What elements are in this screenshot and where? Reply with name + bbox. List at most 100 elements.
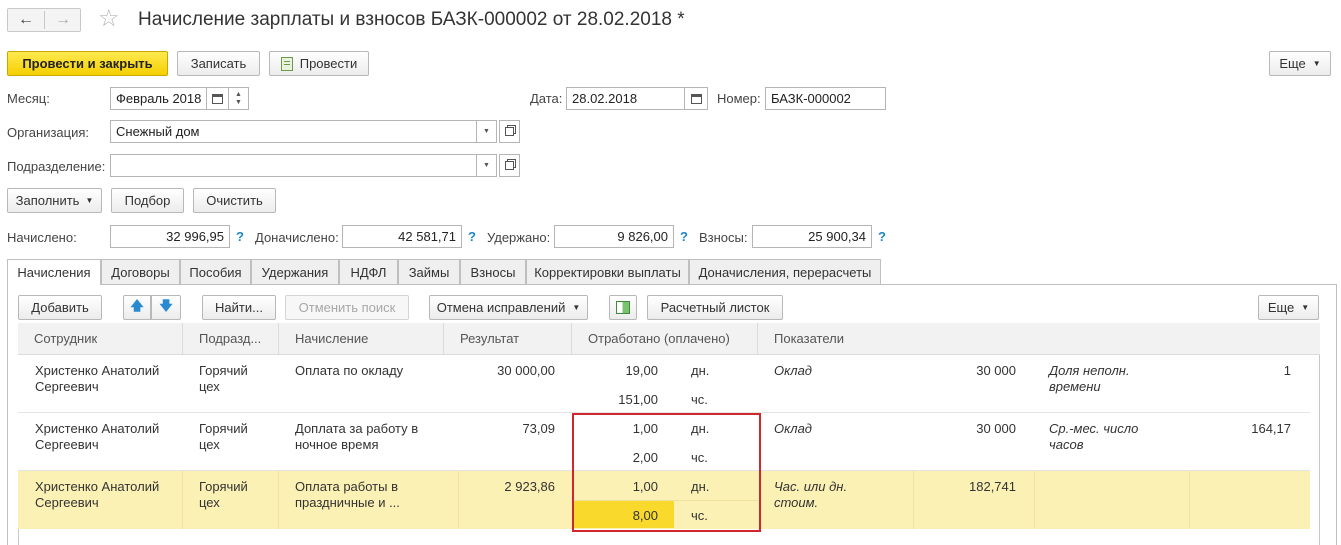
row-separator bbox=[278, 471, 279, 529]
contributions-help-icon[interactable]: ? bbox=[878, 229, 886, 244]
grid-more-button-label: Еще bbox=[1267, 300, 1295, 315]
department-dropdown-icon[interactable]: ▼ bbox=[477, 154, 497, 177]
withheld-label: Удержано: bbox=[487, 230, 551, 245]
calendar-icon[interactable] bbox=[207, 87, 229, 110]
date-calendar-icon[interactable] bbox=[685, 87, 708, 110]
column-result[interactable]: Результат bbox=[444, 323, 519, 355]
tab-payment-corrections[interactable]: Корректировки выплаты bbox=[526, 259, 689, 284]
nav-buttons: ← → bbox=[7, 8, 81, 32]
arrow-up-icon: 🡅 bbox=[130, 297, 144, 313]
arrow-down-icon: 🡇 bbox=[159, 297, 173, 313]
fill-button-label: Заполнить bbox=[15, 193, 80, 208]
add-button[interactable]: Добавить bbox=[18, 295, 102, 320]
organization-open-icon[interactable] bbox=[499, 120, 520, 143]
date-field[interactable]: 28.02.2018 bbox=[566, 87, 685, 110]
row-separator bbox=[1189, 471, 1190, 529]
withheld-help-icon[interactable]: ? bbox=[680, 229, 688, 244]
accrual-cell: Доплата за работу в ночное время bbox=[295, 421, 419, 452]
highlight-frame bbox=[572, 413, 761, 532]
month-stepper[interactable]: ▲ ▼ bbox=[229, 87, 249, 110]
tab-recalculations[interactable]: Доначисления, перерасчеты bbox=[689, 259, 881, 284]
month-field[interactable]: Февраль 2018 bbox=[110, 87, 207, 110]
hours-unit-cell: чс. bbox=[691, 392, 708, 407]
tab-contributions[interactable]: Взносы bbox=[460, 259, 526, 284]
department-open-icon[interactable] bbox=[499, 154, 520, 177]
column-employee[interactable]: Сотрудник bbox=[18, 323, 97, 355]
column-accrual[interactable]: Начисление bbox=[279, 323, 368, 355]
result-cell: 73,09 bbox=[522, 421, 555, 436]
grid-header: Сотрудник Подразд... Начисление Результа… bbox=[18, 323, 1320, 355]
indicator1-value-cell: 182,741 bbox=[969, 479, 1016, 494]
post-document-icon bbox=[280, 56, 293, 71]
tab-ndfl[interactable]: НДФЛ bbox=[339, 259, 398, 284]
back-icon[interactable]: ← bbox=[8, 9, 44, 31]
chevron-down-icon: ▼ bbox=[1301, 303, 1310, 312]
post-button[interactable]: Провести bbox=[269, 51, 369, 76]
accrual-cell: Оплата работы в праздничные и ... bbox=[295, 479, 400, 510]
post-button-label: Провести bbox=[299, 56, 358, 71]
additional-help-icon[interactable]: ? bbox=[468, 229, 476, 244]
indicator1-name-cell: Час. или дн. стоим. bbox=[774, 479, 848, 510]
chevron-down-icon: ▼ bbox=[1312, 59, 1321, 68]
table-add-icon bbox=[616, 301, 630, 314]
payslip-button[interactable]: Расчетный листок bbox=[647, 295, 783, 320]
move-down-button[interactable]: 🡇 bbox=[151, 295, 181, 320]
tab-deductions[interactable]: Удержания bbox=[251, 259, 339, 284]
tab-benefits[interactable]: Пособия bbox=[180, 259, 251, 284]
days-unit-cell: дн. bbox=[691, 363, 710, 378]
accrual-cell: Оплата по окладу bbox=[295, 363, 404, 378]
more-button-label: Еще bbox=[1279, 56, 1306, 71]
favorite-star-icon[interactable]: ☆ bbox=[98, 4, 120, 33]
column-indicators[interactable]: Показатели bbox=[758, 323, 844, 355]
days-cell: 19,00 bbox=[625, 363, 658, 378]
post-and-close-button[interactable]: Провести и закрыть bbox=[7, 51, 168, 76]
indicator2-name-cell: Доля неполн. времени bbox=[1049, 363, 1130, 394]
indicator1-name-cell: Оклад bbox=[774, 421, 812, 436]
department-field[interactable] bbox=[110, 154, 477, 177]
forward-icon[interactable]: → bbox=[45, 9, 81, 31]
contributions-field: 25 900,34 bbox=[752, 225, 872, 248]
department-cell: Горячий цех bbox=[199, 479, 248, 510]
find-button[interactable]: Найти... bbox=[202, 295, 276, 320]
move-up-button[interactable]: 🡅 bbox=[123, 295, 151, 320]
row-separator bbox=[182, 471, 183, 529]
tab-loans[interactable]: Займы bbox=[398, 259, 460, 284]
employee-cell: Христенко Анатолий Сергеевич bbox=[35, 479, 160, 510]
organization-label: Организация: bbox=[7, 125, 90, 140]
stepper-down-icon[interactable]: ▼ bbox=[235, 99, 242, 107]
department-label: Подразделение: bbox=[7, 159, 106, 174]
clear-button[interactable]: Очистить bbox=[193, 188, 276, 213]
number-field[interactable]: БАЗК-000002 bbox=[765, 87, 886, 110]
organization-dropdown-icon[interactable]: ▼ bbox=[477, 120, 497, 143]
result-cell: 30 000,00 bbox=[497, 363, 555, 378]
department-cell: Горячий цех bbox=[199, 363, 248, 394]
hours-cell: 151,00 bbox=[618, 392, 658, 407]
contributions-label: Взносы: bbox=[699, 230, 748, 245]
organization-field[interactable]: Снежный дом bbox=[110, 120, 477, 143]
month-label: Месяц: bbox=[7, 91, 50, 106]
cancel-search-button[interactable]: Отменить поиск bbox=[285, 295, 409, 320]
select-button[interactable]: Подбор bbox=[111, 188, 184, 213]
fill-button[interactable]: Заполнить ▼ bbox=[7, 188, 102, 213]
tab-accruals[interactable]: Начисления bbox=[7, 259, 101, 285]
window-title: Начисление зарплаты и взносов БАЗК-00000… bbox=[138, 9, 685, 30]
table-row[interactable]: Христенко Анатолий Сергеевич Горячий цех… bbox=[18, 355, 1310, 413]
date-label: Дата: bbox=[530, 91, 563, 106]
chevron-down-icon: ▼ bbox=[85, 196, 94, 205]
table-settings-button[interactable] bbox=[609, 295, 637, 320]
more-button[interactable]: Еще ▼ bbox=[1269, 51, 1331, 76]
column-department[interactable]: Подразд... bbox=[183, 323, 261, 355]
corrections-button-label: Отмена исправлений bbox=[436, 300, 566, 315]
indicator2-value-cell: 1 bbox=[1283, 363, 1291, 378]
accrued-help-icon[interactable]: ? bbox=[236, 229, 244, 244]
save-button[interactable]: Записать bbox=[177, 51, 260, 76]
grid-more-button[interactable]: Еще ▼ bbox=[1258, 295, 1319, 320]
department-cell: Горячий цех bbox=[199, 421, 248, 452]
column-worked[interactable]: Отработано (оплачено) bbox=[572, 323, 730, 355]
stepper-up-icon[interactable]: ▲ bbox=[235, 91, 242, 99]
accrued-field: 32 996,95 bbox=[110, 225, 230, 248]
indicator2-value-cell: 164,17 bbox=[1251, 421, 1291, 436]
corrections-button[interactable]: Отмена исправлений ▼ bbox=[429, 295, 588, 320]
tab-contracts[interactable]: Договоры bbox=[101, 259, 180, 284]
employee-cell: Христенко Анатолий Сергеевич bbox=[35, 421, 160, 452]
